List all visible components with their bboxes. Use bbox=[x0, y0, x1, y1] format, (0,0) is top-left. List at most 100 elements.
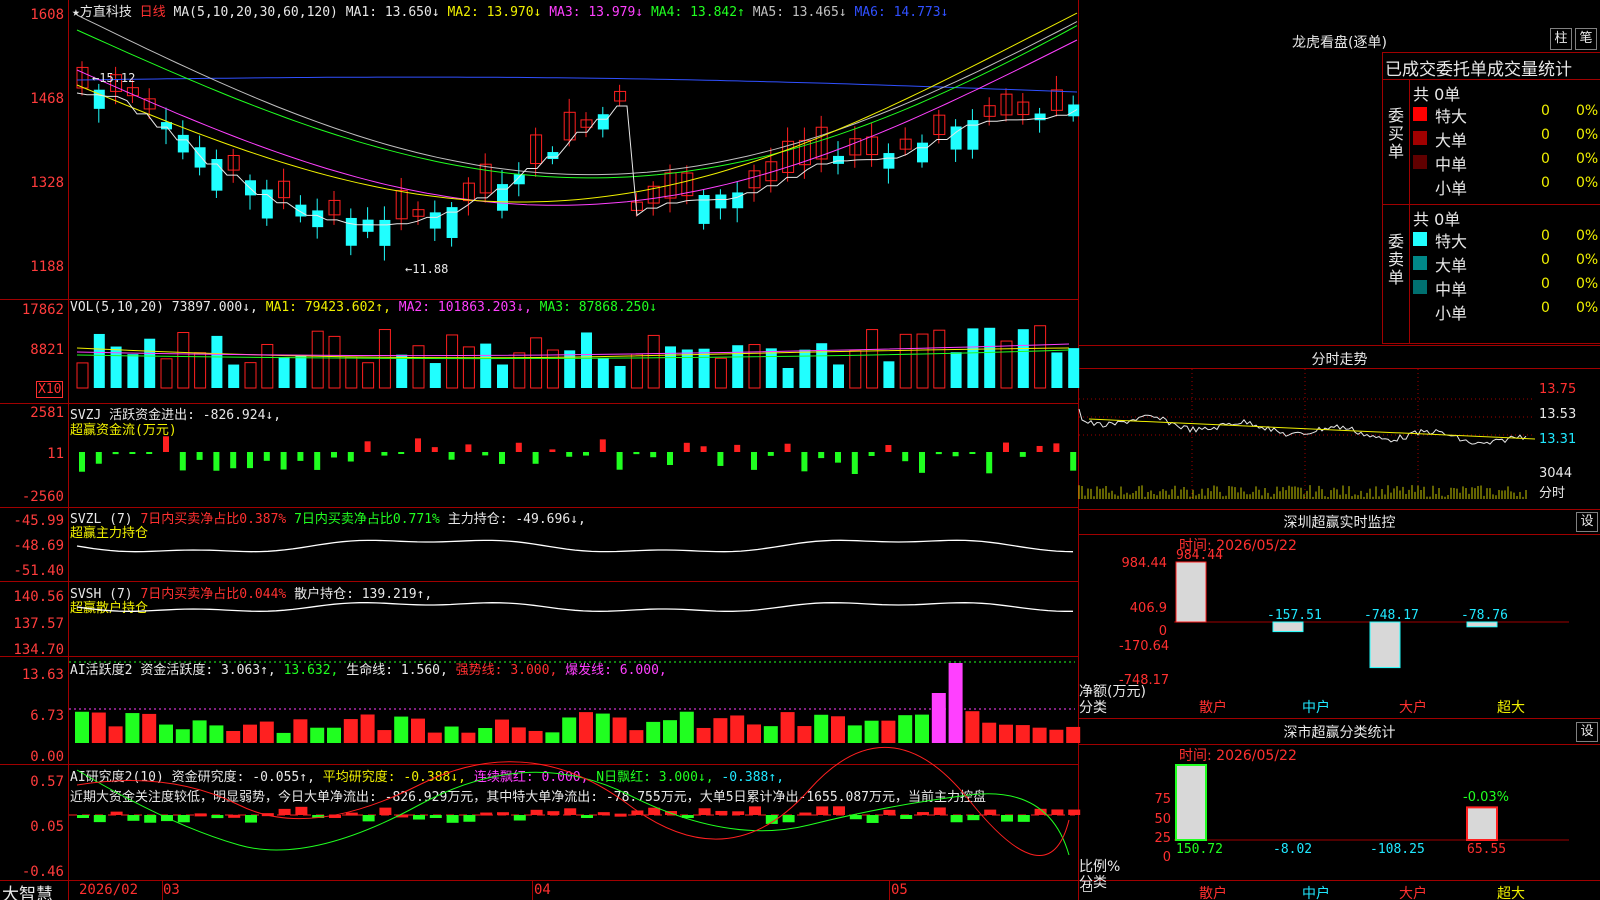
order-row: 小单 0 0% bbox=[1413, 175, 1600, 198]
volume-bar bbox=[833, 364, 844, 388]
buy-total: 共 0单 bbox=[1413, 85, 1461, 104]
flow-bar bbox=[163, 436, 169, 452]
volume-bar bbox=[396, 354, 408, 388]
flow-bar bbox=[213, 452, 220, 471]
color-swatch bbox=[1413, 107, 1427, 121]
right-panel: 龙虎看盘(逐单) 柱 笔 已成交委托单成交量统计 委买单 委卖单 共 0单 共 … bbox=[1078, 0, 1600, 900]
flow-bar bbox=[482, 452, 489, 456]
flow-bar bbox=[1053, 443, 1060, 452]
buy-orders-label: 委买单 bbox=[1387, 106, 1404, 161]
research-bar bbox=[77, 815, 89, 818]
intraday-avg-line bbox=[1088, 418, 1536, 440]
activity-bar bbox=[343, 719, 358, 743]
research-bar bbox=[749, 806, 761, 815]
ai-active-y-tick: 6.73 bbox=[30, 708, 64, 724]
order-row-percent: 0% bbox=[1576, 103, 1599, 119]
volume-bar bbox=[782, 367, 794, 388]
candle-body bbox=[833, 155, 844, 164]
volume-bar bbox=[93, 333, 105, 388]
volume-bar bbox=[244, 362, 257, 389]
volume-bar bbox=[530, 337, 543, 389]
sz-class-settings-button[interactable]: 设 bbox=[1576, 722, 1598, 742]
activity-bar bbox=[915, 714, 929, 743]
activity-bar bbox=[461, 732, 476, 743]
research-bar bbox=[228, 814, 241, 818]
candle-body bbox=[245, 180, 256, 196]
activity-bar bbox=[293, 719, 308, 743]
net-bar-label: -157.51 bbox=[1267, 608, 1322, 623]
volume-chart[interactable] bbox=[69, 300, 1080, 402]
flow-bar bbox=[196, 452, 203, 460]
activity-bar bbox=[310, 727, 325, 743]
flow-bar bbox=[280, 452, 287, 470]
volume-bar bbox=[765, 348, 777, 388]
sz-class-title: 深市超赢分类统计 bbox=[1283, 725, 1396, 741]
research-bar bbox=[278, 808, 291, 815]
activity-bar bbox=[814, 714, 829, 743]
order-row-count: 0 bbox=[1541, 228, 1550, 244]
activity-bar bbox=[360, 714, 375, 743]
pillar-button[interactable]: 柱 bbox=[1550, 28, 1572, 50]
research-bar bbox=[1001, 815, 1013, 822]
pen-button[interactable]: 笔 bbox=[1575, 28, 1597, 50]
volume-bar bbox=[362, 362, 375, 389]
activity-bar bbox=[864, 720, 879, 743]
volume-bar bbox=[665, 346, 676, 388]
activity-bar bbox=[511, 727, 526, 743]
ratio-chart[interactable]: 150.72 -8.02 -108.25 65.55 bbox=[1079, 745, 1600, 880]
net-amount-chart[interactable]: 984.44 -157.51 -748.17 -78.76 bbox=[1079, 535, 1600, 717]
research-bar bbox=[379, 807, 392, 815]
volume-bar bbox=[1000, 340, 1013, 389]
volume-bar bbox=[278, 356, 290, 388]
ai-research-chart[interactable] bbox=[69, 746, 1081, 879]
research-bar bbox=[984, 809, 997, 815]
intraday-tick: 3044 bbox=[1539, 466, 1573, 481]
research-bar bbox=[900, 815, 913, 819]
candle-body bbox=[497, 184, 508, 211]
candle-body bbox=[547, 152, 559, 160]
volume-bar bbox=[984, 327, 996, 388]
main-holding-chart[interactable] bbox=[69, 508, 1077, 580]
flow-bar bbox=[112, 452, 119, 455]
activity-bar bbox=[528, 730, 543, 743]
order-row-count: 0 bbox=[1541, 175, 1550, 191]
x-label: 04 bbox=[534, 882, 551, 898]
activity-bar bbox=[444, 726, 459, 743]
activity-bar bbox=[965, 711, 980, 743]
activity-bar bbox=[612, 717, 627, 743]
research-bar bbox=[295, 806, 308, 815]
activity-bar bbox=[108, 726, 123, 743]
activity-bar bbox=[780, 712, 795, 743]
order-row: 中单 0 0% bbox=[1413, 276, 1600, 299]
retail-holding-chart[interactable] bbox=[69, 583, 1077, 655]
candlestick-chart[interactable] bbox=[69, 0, 1080, 298]
order-row-label: 大单 bbox=[1435, 131, 1468, 150]
activity-bar bbox=[192, 720, 207, 743]
activity-bar bbox=[948, 663, 963, 743]
activity-bar bbox=[142, 713, 157, 743]
candle-body bbox=[715, 194, 727, 209]
intraday-chart[interactable] bbox=[1078, 369, 1537, 507]
flow-bar bbox=[146, 452, 153, 454]
sz-monitor-settings-button[interactable]: 设 bbox=[1576, 512, 1598, 532]
activity-bar bbox=[327, 727, 341, 743]
research-bar bbox=[1017, 815, 1030, 822]
order-row-label: 特大 bbox=[1435, 232, 1468, 251]
flow-bar bbox=[314, 452, 321, 470]
svzj-y-tick: -2560 bbox=[21, 489, 64, 505]
activity-bar bbox=[159, 724, 173, 743]
volume-bar bbox=[462, 346, 475, 389]
flow-bar bbox=[986, 452, 993, 474]
activity-bar bbox=[125, 713, 140, 743]
volume-bar bbox=[76, 362, 89, 389]
net-bar-label: -78.76 bbox=[1461, 608, 1508, 623]
capital-flow-chart[interactable] bbox=[69, 404, 1077, 506]
order-row: 特大 0 0% bbox=[1413, 228, 1600, 251]
ratio-bar bbox=[1466, 806, 1498, 841]
activity-bar bbox=[931, 693, 946, 743]
ai-activity-chart[interactable] bbox=[69, 657, 1081, 763]
vol-unit-badge: X10 bbox=[36, 381, 64, 398]
flow-bar bbox=[263, 452, 270, 461]
ratio-bar-label: 65.55 bbox=[1467, 842, 1506, 857]
activity-bar bbox=[427, 732, 442, 743]
